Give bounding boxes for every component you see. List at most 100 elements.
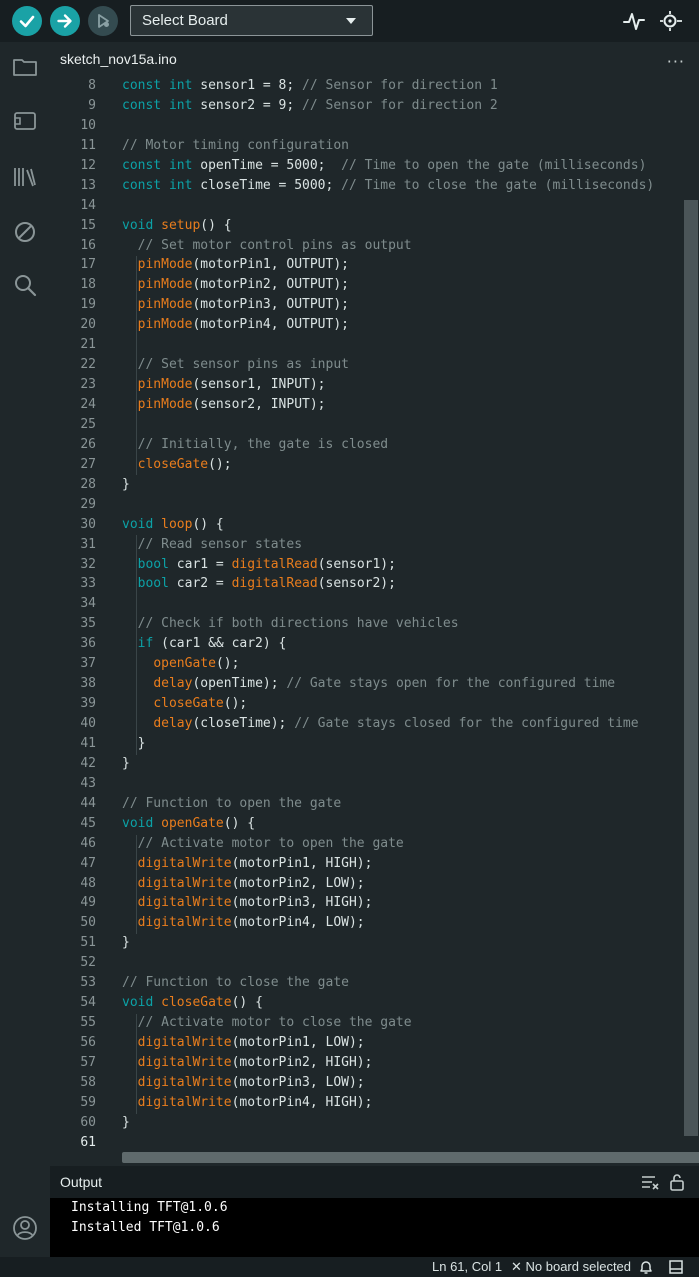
board-icon[interactable] [12,108,38,134]
code-lines: 8 const int sensor1 = 8; // Sensor for di… [50,76,690,1153]
code-editor[interactable]: 8 const int sensor1 = 8; // Sensor for di… [50,76,699,1166]
line-number: 32 [80,556,96,572]
more-icon[interactable]: ··· [667,52,685,71]
line-number: 34 [80,596,96,612]
line-number: 11 [80,137,96,153]
no-entry-icon[interactable] [12,219,38,245]
code-line: 25 [50,415,690,435]
account-icon[interactable] [12,1215,38,1241]
code-line: 29 [50,495,690,515]
lock-icon[interactable] [669,1173,685,1191]
line-number: 58 [80,1074,96,1090]
line-text: digitalWrite(motorPin4, HIGH); [137,1094,373,1110]
line-number: 49 [80,895,96,911]
code-line: 45 void openGate() { [50,814,690,834]
serial-monitor-icon[interactable] [659,9,683,33]
line-number: 51 [80,935,96,951]
toggle-panel-icon[interactable] [669,1260,683,1274]
line-number: 41 [80,735,96,751]
vertical-scrollbar[interactable] [684,200,698,1136]
line-number: 56 [80,1035,96,1050]
horizontal-scrollbar[interactable] [122,1152,699,1163]
activity-bar [0,42,50,1257]
line-text: openGate(); [153,656,240,672]
line-text: digitalWrite(motorPin1, HIGH); [137,855,373,871]
code-line: 24 pinMode(sensor2, INPUT); [50,395,690,415]
debug-button[interactable] [88,6,118,36]
cursor-position[interactable]: Ln 61, Col 1 [432,1259,502,1274]
upload-button[interactable] [50,6,80,36]
line-number: 28 [80,476,96,492]
output-panel: Output Installing TFT@1.0.6 Installed TFT… [50,1166,699,1257]
line-text: void setup() { [122,217,232,233]
line-text: // Activate motor to close the gate [137,1015,412,1031]
line-number: 46 [80,835,96,851]
code-line: 18 pinMode(motorPin2, OUTPUT); [50,275,690,295]
output-console[interactable]: Installing TFT@1.0.6 Installed TFT@1.0.6 [50,1198,699,1257]
tab-sketch[interactable]: sketch_nov15a.ino [50,42,187,76]
line-text: pinMode(motorPin1, OUTPUT); [137,257,349,273]
toolbar: Select Board [0,0,699,42]
folder-icon[interactable] [12,54,38,80]
code-line: 21 [50,335,690,355]
line-number: 55 [80,1015,96,1031]
line-number: 53 [80,975,96,991]
code-line: 60} [50,1113,690,1133]
line-text: bool car1 = digitalRead(sensor1); [137,556,396,572]
board-status[interactable]: ✕ No board selected [511,1259,631,1275]
tab-label: sketch_nov15a.ino [60,51,177,67]
code-line: 10 [50,116,690,136]
line-number: 8 [88,78,96,93]
code-line: 26 // Initially, the gate is closed [50,435,690,455]
line-text: const int openTime = 5000; // Time to op… [122,157,647,173]
line-number: 54 [80,995,96,1011]
line-number: 59 [80,1094,96,1110]
code-line: 13 const int closeTime = 5000; // Time to… [50,176,690,196]
line-number: 37 [80,656,96,672]
line-text: } [122,755,130,771]
line-number: 10 [80,117,96,133]
line-text: digitalWrite(motorPin4, LOW); [137,915,365,931]
code-line: 23 pinMode(sensor1, INPUT); [50,375,690,395]
verify-button[interactable] [12,6,42,36]
library-icon[interactable] [12,164,38,190]
line-number: 45 [80,815,96,831]
line-number: 38 [80,676,96,692]
bell-icon[interactable] [639,1259,653,1275]
line-number: 29 [80,496,96,512]
line-text: delay(openTime); // Gate stays open for … [153,676,616,692]
line-text: // Check if both directions have vehicle… [137,616,459,632]
output-line: Installed TFT@1.0.6 [71,1220,220,1235]
line-text: pinMode(motorPin4, OUTPUT); [137,317,349,333]
line-text: void loop() { [122,516,224,532]
line-number: 52 [80,955,96,971]
code-line: 58 digitalWrite(motorPin3, LOW); [50,1073,690,1093]
line-number: 44 [80,795,96,811]
code-line: 30 void loop() { [50,515,690,535]
code-line: 48 digitalWrite(motorPin2, LOW); [50,874,690,894]
line-text: void openGate() { [122,815,256,831]
arrow-right-icon [57,14,72,28]
line-text: closeGate(); [153,696,248,712]
line-text: // Set sensor pins as input [137,357,349,373]
code-line: 31 // Read sensor states [50,535,690,555]
chevron-down-icon [346,18,356,24]
code-line: 19 pinMode(motorPin3, OUTPUT); [50,295,690,315]
serial-plotter-icon[interactable] [622,9,646,33]
board-select[interactable]: Select Board [130,5,373,36]
code-line: 50 digitalWrite(motorPin4, LOW); [50,913,690,933]
search-icon[interactable] [12,272,38,298]
line-text: // Activate motor to open the gate [137,835,404,851]
line-number: 31 [80,536,96,552]
code-line: 33 bool car2 = digitalRead(sensor2); [50,574,690,594]
line-number: 25 [80,416,96,432]
code-line: 38 delay(openTime); // Gate stays open f… [50,674,690,694]
clear-output-icon[interactable] [641,1174,659,1190]
line-text: pinMode(motorPin3, OUTPUT); [137,297,349,313]
code-line: 17 pinMode(motorPin1, OUTPUT); [50,255,690,275]
line-number: 42 [80,755,96,771]
code-line: 43 [50,774,690,794]
output-header: Output [50,1166,699,1198]
code-line: 51} [50,933,690,953]
board-select-label: Select Board [142,12,228,29]
